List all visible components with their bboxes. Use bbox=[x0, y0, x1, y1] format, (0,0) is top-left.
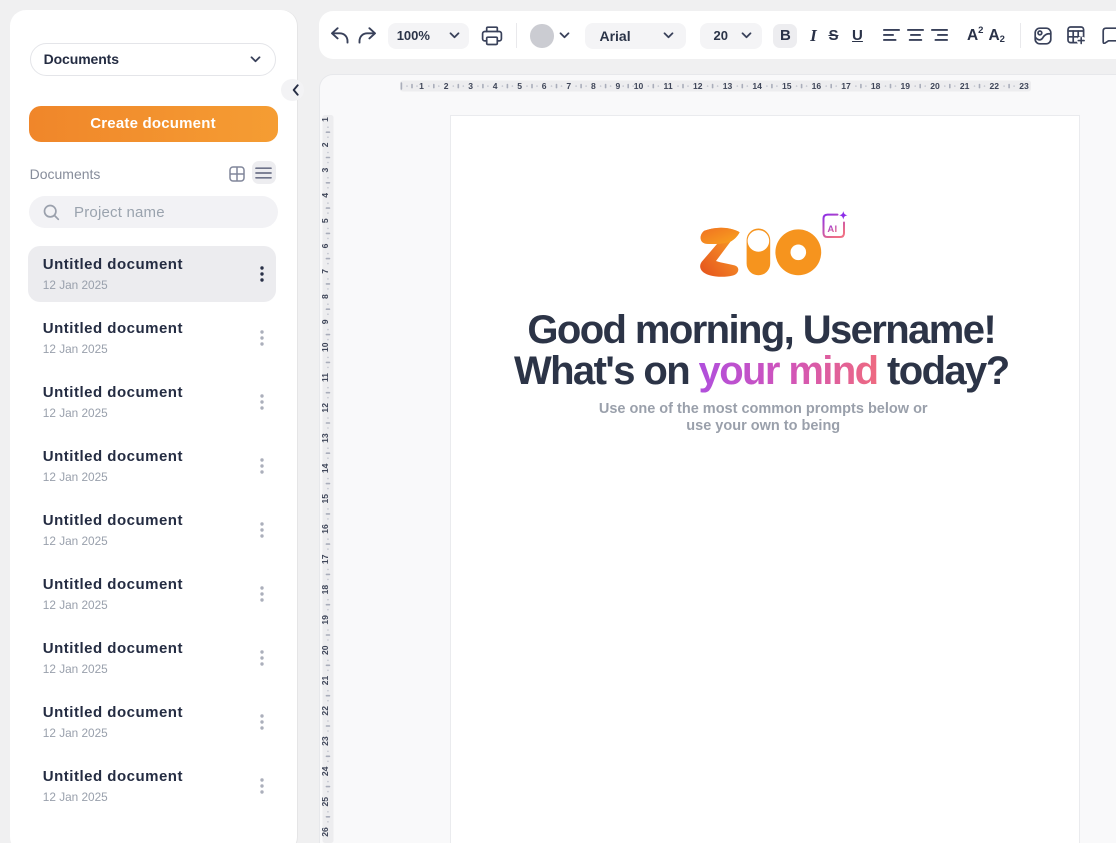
svg-text:18: 18 bbox=[871, 81, 881, 91]
svg-text:14: 14 bbox=[322, 463, 330, 473]
svg-text:2: 2 bbox=[444, 81, 449, 91]
svg-text:22: 22 bbox=[990, 81, 1000, 91]
svg-text:20: 20 bbox=[930, 81, 940, 91]
svg-text:9: 9 bbox=[322, 319, 330, 324]
svg-text:20: 20 bbox=[322, 645, 330, 655]
svg-text:24: 24 bbox=[322, 766, 330, 776]
svg-text:6: 6 bbox=[322, 243, 330, 248]
svg-text:2: 2 bbox=[322, 142, 330, 147]
svg-text:21: 21 bbox=[322, 676, 330, 686]
svg-text:23: 23 bbox=[1019, 81, 1029, 91]
svg-text:16: 16 bbox=[322, 524, 330, 534]
svg-text:3: 3 bbox=[322, 168, 330, 173]
svg-text:7: 7 bbox=[566, 81, 571, 91]
svg-text:17: 17 bbox=[841, 81, 851, 91]
svg-text:22: 22 bbox=[322, 706, 330, 716]
svg-text:9: 9 bbox=[615, 81, 620, 91]
svg-text:23: 23 bbox=[322, 736, 330, 746]
svg-text:3: 3 bbox=[468, 81, 473, 91]
svg-text:12: 12 bbox=[693, 81, 703, 91]
svg-text:4: 4 bbox=[493, 81, 498, 91]
svg-text:13: 13 bbox=[723, 81, 733, 91]
svg-text:26: 26 bbox=[322, 827, 330, 837]
svg-text:4: 4 bbox=[322, 193, 330, 198]
svg-text:12: 12 bbox=[322, 403, 330, 413]
svg-text:8: 8 bbox=[322, 294, 330, 299]
svg-text:5: 5 bbox=[322, 218, 330, 223]
svg-text:17: 17 bbox=[322, 554, 330, 564]
svg-text:AI: AI bbox=[827, 224, 837, 235]
svg-text:14: 14 bbox=[752, 81, 762, 91]
svg-text:16: 16 bbox=[812, 81, 822, 91]
svg-text:18: 18 bbox=[322, 585, 330, 595]
svg-text:15: 15 bbox=[322, 494, 330, 504]
svg-text:19: 19 bbox=[901, 81, 911, 91]
svg-text:13: 13 bbox=[322, 433, 330, 443]
svg-text:6: 6 bbox=[542, 81, 547, 91]
svg-text:15: 15 bbox=[782, 81, 792, 91]
svg-text:10: 10 bbox=[322, 342, 330, 352]
svg-text:19: 19 bbox=[322, 615, 330, 625]
svg-text:21: 21 bbox=[960, 81, 970, 91]
svg-text:1: 1 bbox=[322, 117, 330, 122]
svg-text:11: 11 bbox=[664, 81, 673, 91]
svg-text:7: 7 bbox=[322, 269, 330, 274]
svg-text:11: 11 bbox=[322, 373, 330, 382]
svg-text:8: 8 bbox=[591, 81, 596, 91]
svg-text:25: 25 bbox=[322, 797, 330, 807]
svg-text:5: 5 bbox=[517, 81, 522, 91]
svg-text:10: 10 bbox=[634, 81, 644, 91]
svg-text:1: 1 bbox=[419, 81, 424, 91]
